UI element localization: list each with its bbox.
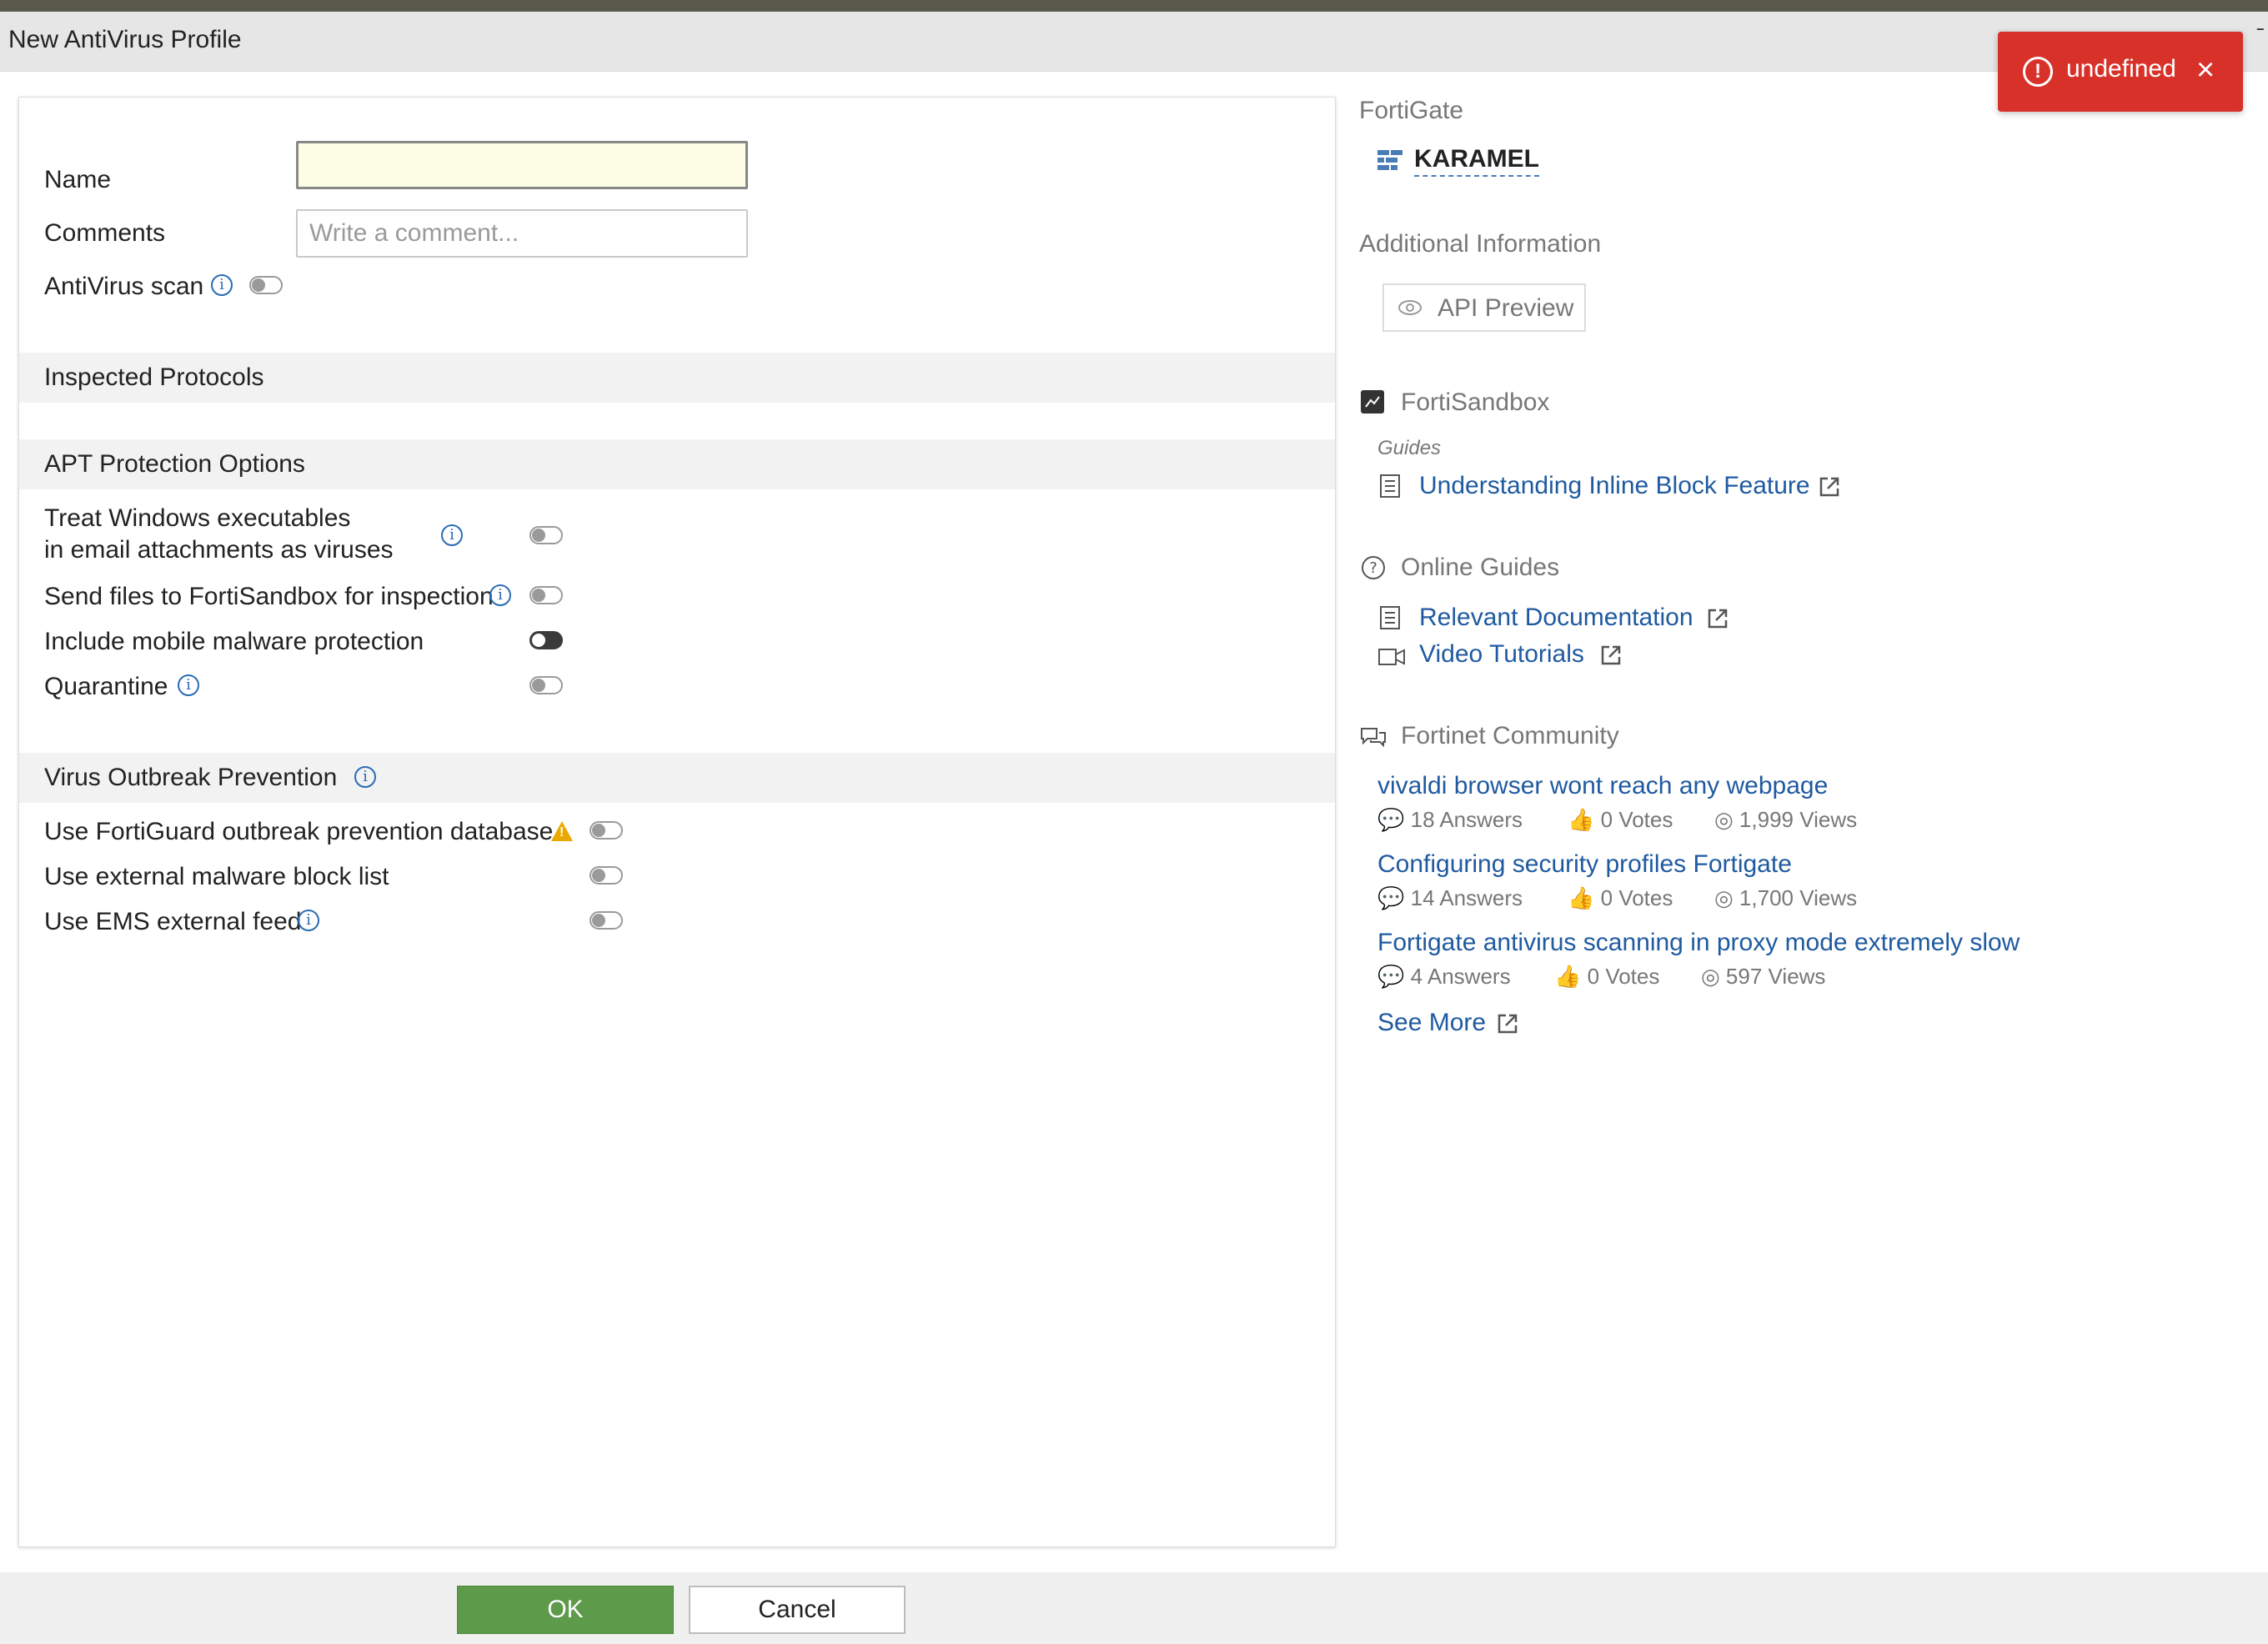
section-title: Inspected Protocols: [44, 363, 264, 391]
video-icon: [1378, 649, 1405, 665]
additional-info-heading: Additional Information: [1359, 230, 1602, 258]
ok-button[interactable]: OK: [457, 1586, 674, 1634]
thumbs-up-icon: 👍: [1568, 807, 1601, 832]
close-corner-icon[interactable]: ˉ: [2256, 23, 2265, 52]
document-icon: [1380, 474, 1400, 498]
external-malware-toggle[interactable]: [590, 866, 623, 885]
external-link-icon[interactable]: [1496, 1012, 1519, 1035]
views-count: ◎ 1,999 Views: [1714, 807, 1858, 832]
dialog-title: New AntiVirus Profile: [8, 26, 242, 53]
thumbs-up-icon: 👍: [1554, 964, 1588, 989]
community-post-link[interactable]: vivaldi browser wont reach any webpage: [1377, 772, 1828, 800]
quarantine-toggle[interactable]: [529, 676, 563, 694]
section-apt-protection: APT Protection Options: [19, 439, 1335, 489]
community-post-link[interactable]: Fortigate antivirus scanning in proxy mo…: [1377, 929, 2020, 957]
mobile-malware-toggle[interactable]: [529, 631, 563, 649]
fortiguard-outbreak-toggle[interactable]: [590, 821, 623, 840]
info-icon[interactable]: i: [441, 524, 463, 546]
inline-block-link[interactable]: Understanding Inline Block Feature: [1419, 472, 1810, 500]
thumbs-up-icon: 👍: [1568, 885, 1601, 910]
dialog-titlebar: New AntiVirus Profile ˉ: [0, 12, 2268, 72]
outbreak-option-label: Use EMS external feed: [44, 908, 302, 935]
ems-external-feed-toggle[interactable]: [590, 911, 623, 930]
antivirus-scan-toggle[interactable]: [249, 276, 283, 294]
section-title: Virus Outbreak Prevention: [44, 764, 338, 791]
api-preview-button[interactable]: API Preview: [1382, 283, 1586, 332]
see-more-link[interactable]: See More: [1377, 1009, 1486, 1037]
eye-icon: ◎: [1714, 885, 1739, 910]
relevant-docs-link[interactable]: Relevant Documentation: [1419, 604, 1693, 632]
send-to-fortisandbox-toggle[interactable]: [529, 586, 563, 604]
apt-option-label: in email attachments as viruses: [44, 536, 394, 564]
section-virus-outbreak: Virus Outbreak Prevention i: [19, 753, 1335, 803]
device-name[interactable]: KARAMEL: [1414, 145, 1539, 177]
views-count: ◎ 1,700 Views: [1714, 885, 1858, 910]
online-guides-heading: Online Guides: [1401, 554, 1560, 581]
video-tutorials-link[interactable]: Video Tutorials: [1419, 640, 1584, 669]
error-toast: ! undefined ×: [1998, 32, 2243, 112]
info-icon[interactable]: i: [354, 766, 376, 788]
eye-icon: [1398, 300, 1422, 315]
fortisandbox-heading: FortiSandbox: [1401, 388, 1550, 416]
section-title: APT Protection Options: [44, 450, 305, 478]
info-icon[interactable]: i: [298, 910, 319, 931]
warning-icon: !: [551, 821, 573, 841]
eye-icon: ◎: [1714, 807, 1739, 832]
outbreak-option-label: Use FortiGuard outbreak prevention datab…: [44, 818, 554, 845]
info-icon[interactable]: i: [211, 274, 233, 296]
fortigate-heading: FortiGate: [1359, 97, 1464, 124]
external-link-icon[interactable]: [1706, 607, 1729, 630]
answers-count: 💬 18 Answers: [1377, 807, 1523, 832]
community-heading: Fortinet Community: [1401, 722, 1619, 749]
form-panel: Name Comments AntiVirus scan i Inspected…: [18, 97, 1336, 1547]
outbreak-option-label: Use external malware block list: [44, 863, 389, 890]
info-icon[interactable]: i: [178, 674, 199, 696]
svg-text:?: ?: [1369, 559, 1377, 577]
treat-windows-exe-toggle[interactable]: [529, 526, 563, 544]
fortigate-device-icon: [1377, 150, 1402, 170]
info-icon[interactable]: i: [489, 584, 511, 606]
community-post-link[interactable]: Configuring security profiles Fortigate: [1377, 850, 1792, 879]
antivirus-scan-label: AntiVirus scan: [44, 273, 204, 300]
dialog-footer: [0, 1572, 2268, 1644]
apt-option-label: Send files to FortiSandbox for inspectio…: [44, 583, 494, 610]
apt-option-label: Treat Windows executables: [44, 504, 351, 532]
community-chat-icon: [1361, 728, 1386, 748]
comments-field[interactable]: [296, 209, 748, 258]
document-icon: [1380, 606, 1400, 629]
name-label: Name: [44, 166, 112, 193]
votes-count: 👍 0 Votes: [1568, 807, 1673, 832]
comment-icon: 💬: [1377, 885, 1411, 910]
external-link-icon[interactable]: [1818, 475, 1841, 499]
guides-label: Guides: [1377, 437, 1442, 459]
help-circle-icon: ?: [1362, 556, 1385, 579]
answers-count: 💬 4 Answers: [1377, 964, 1511, 989]
api-preview-label: API Preview: [1438, 294, 1574, 322]
name-input[interactable]: [296, 141, 748, 189]
fortisandbox-icon: [1361, 390, 1384, 414]
section-inspected-protocols: Inspected Protocols: [19, 353, 1335, 403]
toast-message: undefined: [2066, 55, 2176, 83]
comments-label: Comments: [44, 219, 166, 247]
comment-icon: 💬: [1377, 964, 1411, 989]
apt-option-label: Include mobile malware protection: [44, 628, 424, 655]
comment-icon: 💬: [1377, 807, 1411, 832]
votes-count: 👍 0 Votes: [1554, 964, 1660, 989]
answers-count: 💬 14 Answers: [1377, 885, 1523, 910]
external-link-icon[interactable]: [1599, 644, 1623, 667]
cancel-button[interactable]: Cancel: [689, 1586, 906, 1634]
votes-count: 👍 0 Votes: [1568, 885, 1673, 910]
views-count: ◎ 597 Views: [1701, 964, 1826, 989]
toast-close-icon[interactable]: ×: [2196, 50, 2215, 90]
top-window-strip: [0, 0, 2268, 12]
eye-icon: ◎: [1701, 964, 1726, 989]
apt-option-label: Quarantine: [44, 673, 168, 700]
error-icon: !: [2023, 57, 2053, 87]
